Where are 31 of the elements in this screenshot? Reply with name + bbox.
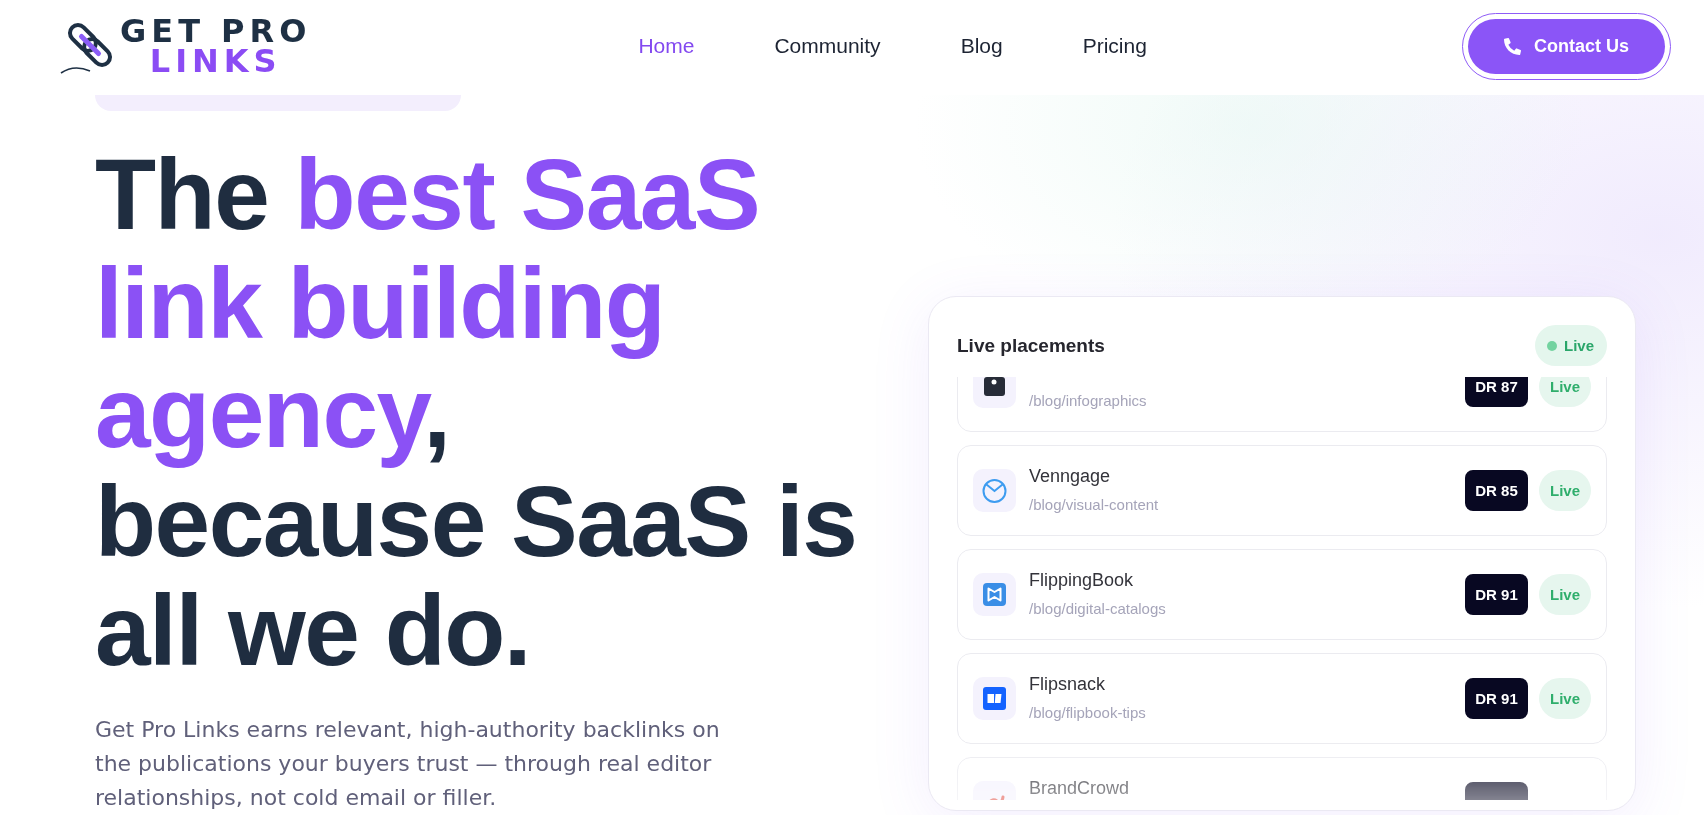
domain-rating: DR 85: [1465, 470, 1528, 511]
page-path: /blog/flipbook-tips: [1029, 703, 1146, 723]
hero-description: Get Pro Links earns relevant, high-authority backlinks on the publications your buyers trust — through real editor relationships, not cold email or filler.: [95, 716, 721, 812]
book-icon: [973, 573, 1016, 616]
phone-icon: [1504, 37, 1521, 55]
live-label: Live: [1564, 337, 1594, 354]
site-name: BrandCrowd: [1029, 778, 1130, 798]
live-status: Live: [1539, 377, 1591, 407]
headline: The best SaaS link building agency, because SaaS is all we do.: [95, 140, 858, 685]
notebook-icon: [973, 677, 1016, 720]
site-name: Venngage: [1029, 466, 1112, 486]
site-name: Flipsnack: [1029, 674, 1107, 694]
page-path: /blog/infographics: [1029, 391, 1147, 411]
live-status: Live: [1539, 678, 1591, 719]
nav-link[interactable]: Blog: [960, 34, 1003, 58]
live-status: Live: [1539, 574, 1591, 615]
logo-text[interactable]: GET PRO LINKS: [120, 16, 312, 76]
contact-button[interactable]: Contact Us: [1462, 12, 1671, 80]
page-path: /blog/digital-catalogs: [1029, 599, 1166, 619]
domain-rating: DR 87: [1465, 377, 1528, 407]
nav-link[interactable]: Pricing: [1082, 34, 1147, 58]
page-path: /blog/visual-content: [1029, 495, 1159, 515]
live-status: Live: [1539, 470, 1591, 511]
domain-rating: DR 91: [1465, 574, 1528, 615]
domain-rating: DR 91: [1465, 678, 1528, 719]
card-title: Live placements: [957, 334, 1105, 357]
site-name: FlippingBook: [1029, 570, 1135, 590]
image-icon: [973, 377, 1016, 408]
status-dot-icon: [1547, 340, 1557, 351]
nav-link[interactable]: Home: [638, 34, 695, 58]
nav-link[interactable]: Community: [774, 34, 881, 58]
